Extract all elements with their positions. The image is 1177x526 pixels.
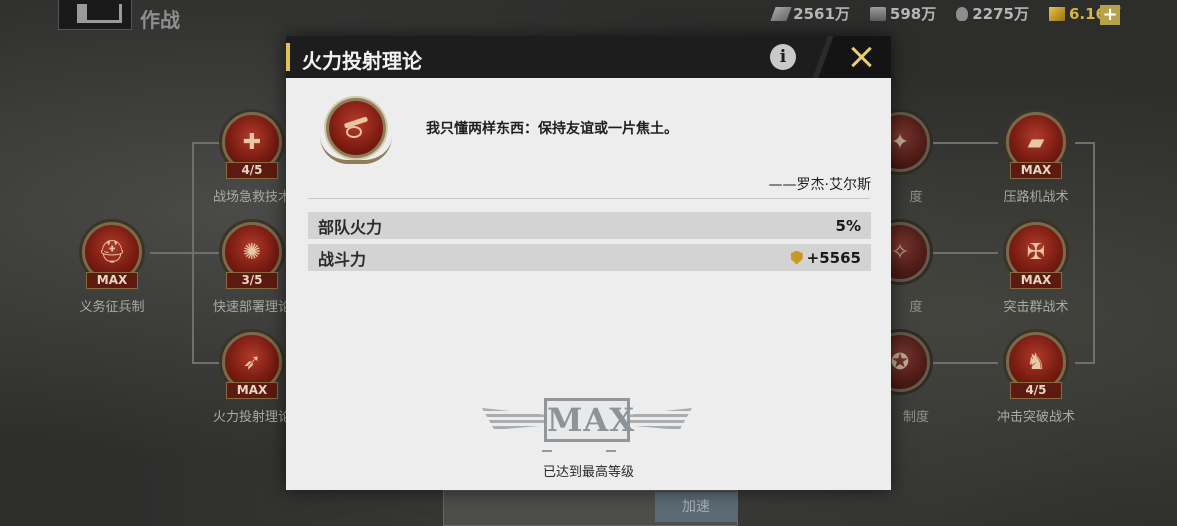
skill-label: 压路机战术 <box>1003 190 1069 205</box>
skill-label: 冲击突破战术 <box>996 410 1075 425</box>
max-caption: 已达到最高等级 <box>542 465 634 480</box>
close-icon[interactable] <box>847 42 877 72</box>
max-dashes <box>542 450 634 452</box>
resource-oil: 2275万 <box>956 3 1029 24</box>
skill-label: 突击群战术 <box>1003 300 1069 315</box>
tree-connector <box>1075 362 1095 364</box>
modal-title: 火力投射理论 <box>302 49 422 73</box>
skill-node-conscription[interactable]: ⛑ MAX 义务征兵制 <box>72 222 152 315</box>
stat-value-text: 5% <box>835 216 861 235</box>
skill-level: 4/5 <box>1010 382 1062 399</box>
modal-header: 火力投射理论 i <box>286 36 891 78</box>
tree-connector <box>930 142 998 144</box>
stat-value: +5565 <box>790 248 861 267</box>
money-icon <box>770 6 792 21</box>
stat-label: 部队火力 <box>318 217 383 237</box>
resource-bar: 2561万 598万 2275万 6.16万 <box>770 3 1121 24</box>
skill-node-breakthrough[interactable]: ♞ 4/5 冲击突破战术 <box>996 332 1076 425</box>
divider <box>308 198 870 199</box>
tree-connector <box>1075 142 1095 144</box>
stat-value-text: +5565 <box>806 248 861 267</box>
info-icon[interactable]: i <box>770 44 796 70</box>
oil-icon <box>956 6 969 21</box>
menu-logo[interactable] <box>58 0 132 30</box>
add-gold-button[interactable]: + <box>1100 5 1120 25</box>
tree-connector <box>1093 142 1095 364</box>
cannon-glyph <box>340 118 372 138</box>
stat-value: 5% <box>836 217 861 235</box>
resource-money-value: 2561万 <box>793 5 850 23</box>
skill-node-first-aid[interactable]: ✚ 4/5 战场急救技术 <box>212 112 292 205</box>
quote-author: ——罗杰·艾尔斯 <box>768 177 871 193</box>
skill-node-steamroller[interactable]: ▰ MAX 压路机战术 <box>996 112 1076 205</box>
tree-connector <box>150 252 194 254</box>
skill-node-rapid-deploy[interactable]: ✺ 3/5 快速部署理论 <box>212 222 292 315</box>
stat-label: 战斗力 <box>318 249 367 269</box>
wing-left-decoration <box>482 408 544 430</box>
skill-level: MAX <box>1010 162 1062 179</box>
resource-oil-value: 2275万 <box>972 5 1029 23</box>
skill-level: MAX <box>1010 272 1062 289</box>
max-emblem: MAX <box>482 394 692 444</box>
resource-steel-value: 598万 <box>889 5 937 23</box>
cannon-icon <box>320 94 392 166</box>
skill-level: 3/5 <box>226 272 278 289</box>
page-title: 作战 <box>140 8 180 32</box>
header-accent <box>286 43 290 71</box>
skill-quote: 我只懂两样东西：保持友谊或一片焦土。 <box>426 121 678 137</box>
steel-icon <box>869 6 886 21</box>
skill-node-assault-group[interactable]: ✠ MAX 突击群战术 <box>996 222 1076 315</box>
gold-icon <box>1048 6 1065 21</box>
max-label: MAX <box>544 398 634 442</box>
tree-connector <box>930 362 998 364</box>
tree-connector <box>930 252 998 254</box>
skill-level: MAX <box>86 272 138 289</box>
skill-level: 4/5 <box>226 162 278 179</box>
stat-row-firepower: 部队火力 5% <box>308 212 871 239</box>
skill-detail-modal: 火力投射理论 i 我只懂两样东西：保持友谊或一片焦土。 ——罗杰·艾尔斯 部队火… <box>286 36 891 490</box>
skill-node-firepower[interactable]: ➶ MAX 火力投射理论 <box>212 332 292 425</box>
resource-money: 2561万 <box>770 3 850 24</box>
resource-steel: 598万 <box>869 3 937 24</box>
speedup-button[interactable]: 加速 <box>655 492 737 522</box>
stat-row-combat-power: 战斗力 +5565 <box>308 244 871 271</box>
wing-right-decoration <box>630 408 692 430</box>
power-icon <box>790 250 803 265</box>
skill-label: 义务征兵制 <box>79 300 145 315</box>
skill-level: MAX <box>226 382 278 399</box>
